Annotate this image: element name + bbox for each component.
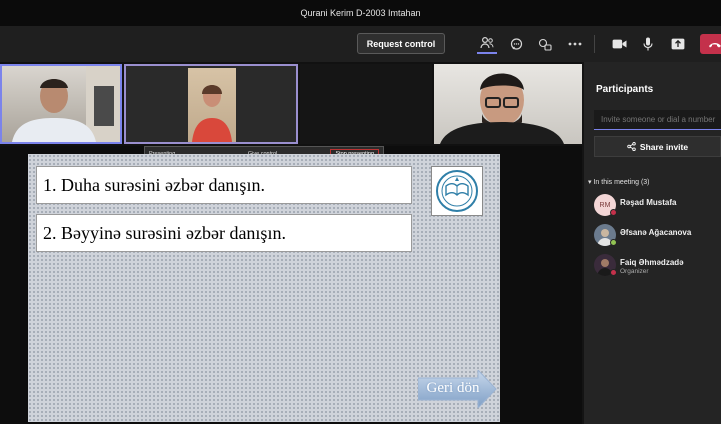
video-gallery [0,62,582,146]
camera-icon[interactable] [609,34,629,54]
hangup-icon[interactable] [700,34,721,54]
presence-badge [610,209,617,216]
invite-input[interactable] [594,110,721,130]
more-icon[interactable] [565,34,585,54]
window-title: Qurani Kerim D-2003 Imtahan [300,8,421,18]
panel-title: Participants [596,84,654,95]
participant-video [12,66,120,142]
participant-role: Organizer [620,268,649,275]
question-2: 2. Bəyyinə surəsini əzbər danışın. [36,214,412,252]
participant-name: Əfsanə Ağacanova [620,228,692,237]
meeting-toolbar: Request control [0,26,721,62]
participant-video-tile[interactable] [434,64,582,144]
presentation-slide: 1. Duha surəsini əzbər danışın. 2. Bəyyi… [28,154,500,422]
share-icon [627,142,636,151]
reactions-icon[interactable] [535,34,555,54]
participant-name: Rəşad Mustafa [620,198,677,207]
participant-name: Faiq Əhmədzadə [620,258,684,267]
participant-video-tile[interactable] [300,64,432,144]
request-control-button[interactable]: Request control [357,33,445,54]
chat-icon[interactable] [506,34,526,54]
chevron-down-icon: ▾ [588,179,592,186]
share-invite-label: Share invite [639,141,689,152]
share-invite-button[interactable]: Share invite [594,136,721,157]
people-icon[interactable] [477,34,497,54]
in-meeting-section-toggle[interactable]: ▾ In this meeting (3) [588,178,650,186]
back-button-label: Geri dön [426,380,480,396]
presence-badge [610,239,617,246]
title-bar: Qurani Kerim D-2003 Imtahan [0,0,721,26]
participant-video-tile[interactable] [124,64,298,144]
participant-item[interactable]: Faiq Əhmədzadə Organizer [594,254,721,278]
participants-panel: Participants Share invite ▾ In this meet… [584,62,721,424]
teams-meeting-window: Qurani Kerim D-2003 Imtahan Request cont… [0,0,721,424]
mic-icon[interactable] [638,34,658,54]
participant-video-tile[interactable] [0,64,122,144]
share-icon[interactable] [668,34,688,54]
participant-video [188,68,236,142]
back-button[interactable]: Geri dön [418,370,497,408]
participant-item[interactable]: Əfsanə Ağacanova [594,224,721,248]
university-logo-icon [431,166,483,216]
presence-badge [610,269,617,276]
in-meeting-label: In this meeting (3) [593,179,650,186]
participant-video [440,73,564,144]
participant-item[interactable]: RM Rəşad Mustafa [594,194,721,218]
toolbar-divider [594,35,595,53]
question-1: 1. Duha surəsini əzbər danışın. [36,166,412,204]
